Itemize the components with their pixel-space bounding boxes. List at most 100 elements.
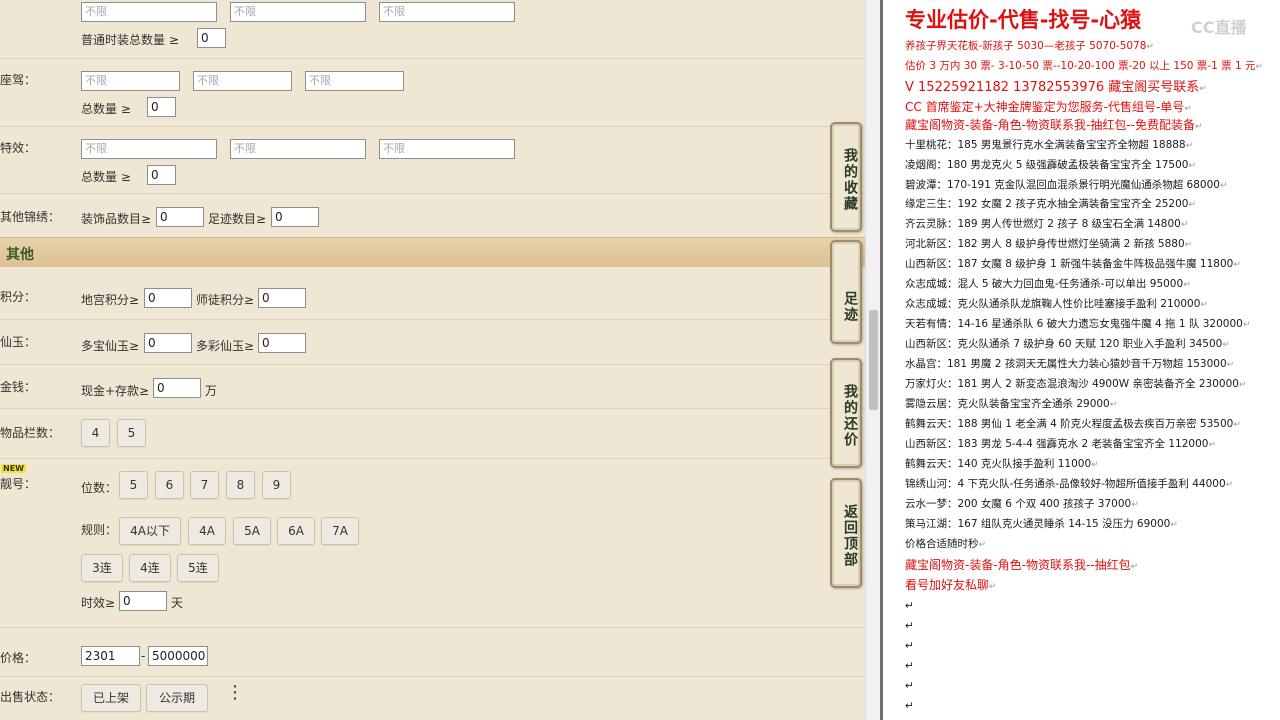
mount-input-2[interactable]: 不限 bbox=[193, 71, 292, 91]
status-public-button[interactable]: 公示期 bbox=[146, 684, 208, 712]
color-jade-label: 多彩仙玉≥ bbox=[196, 339, 255, 353]
digits-option-9[interactable]: 9 bbox=[262, 471, 291, 499]
section-title: 其他 bbox=[6, 247, 34, 263]
note-line: 众志成城：克火队通杀队龙旗鞠人性价比哇塞接手盈利 210000↵ bbox=[905, 298, 1208, 310]
rule-option-5a[interactable]: 5A bbox=[233, 517, 271, 545]
price-min-input[interactable]: 2301 bbox=[81, 646, 140, 666]
notes-panel: 专业估价-代售-找号-心猿 CC直播 养孩子界天花板-新孩子 5030—老孩子 … bbox=[883, 0, 1280, 720]
pretty-id-label: 靓号： bbox=[0, 477, 37, 491]
effect-label: 特效： bbox=[0, 141, 37, 155]
color-jade-input[interactable]: 0 bbox=[258, 333, 306, 353]
paragraph-mark-icon: ↵ bbox=[1130, 562, 1139, 572]
paragraph-mark-icon: ↵ bbox=[1255, 62, 1264, 72]
my-counter-offer-tab[interactable]: 我的还价 bbox=[830, 358, 862, 468]
effect-input-2[interactable]: 不限 bbox=[230, 139, 366, 159]
my-favorites-tab[interactable]: 我的收藏 bbox=[830, 122, 862, 232]
digits-label: 位数： bbox=[81, 481, 118, 495]
paragraph-mark-icon: ↵ bbox=[1238, 380, 1247, 390]
paragraph-mark-icon: ↵ bbox=[905, 620, 914, 632]
back-to-top-tab[interactable]: 返回顶部 bbox=[830, 478, 862, 588]
note-line: 山西新区：183 男龙 5-4-4 强霹克水 2 老装备宝宝齐全 112000↵ bbox=[905, 438, 1216, 450]
paragraph-mark-icon: ↵ bbox=[1188, 200, 1197, 210]
mount-total-input[interactable]: 0 bbox=[147, 97, 176, 117]
divider bbox=[0, 364, 865, 365]
slots-label: 物品栏数： bbox=[0, 426, 61, 440]
time-label: 时效≥ bbox=[81, 596, 116, 610]
paragraph-mark-icon: ↵ bbox=[1225, 480, 1234, 490]
paragraph-mark-icon: ↵ bbox=[1109, 400, 1118, 410]
cash-input[interactable]: 0 bbox=[153, 378, 201, 398]
money-label: 金钱： bbox=[0, 380, 37, 394]
divider bbox=[0, 319, 865, 320]
streak-option-5[interactable]: 5连 bbox=[177, 554, 219, 582]
effect-input-3[interactable]: 不限 bbox=[379, 139, 515, 159]
digits-option-8[interactable]: 8 bbox=[226, 471, 255, 499]
note-line: 价格合适随时秒↵ bbox=[905, 538, 987, 550]
footprint-count-input[interactable]: 0 bbox=[271, 207, 319, 227]
paragraph-mark-icon: ↵ bbox=[1194, 122, 1203, 132]
paragraph-mark-icon: ↵ bbox=[1170, 520, 1178, 530]
fashion-filter-input-2[interactable]: 不限 bbox=[230, 2, 366, 22]
points-label: 积分： bbox=[0, 290, 37, 304]
digits-option-6[interactable]: 6 bbox=[155, 471, 184, 499]
effect-total-label: 总数量 ≥ bbox=[81, 170, 131, 184]
note-line: 齐云灵脉：189 男人传世燃灯 2 孩子 8 级宝石全满 14800↵ bbox=[905, 218, 1189, 230]
paragraph-mark-icon: ↵ bbox=[1183, 280, 1191, 290]
rule-label: 规则： bbox=[81, 523, 118, 537]
note-line: 河北新区：182 男人 8 级护身传世燃灯坐骑满 2 新孩 5880↵ bbox=[905, 238, 1193, 250]
time-input[interactable]: 0 bbox=[119, 591, 167, 611]
sale-status-label: 出售状态： bbox=[0, 690, 61, 704]
footprint-count-label: 足迹数目≥ bbox=[208, 212, 267, 226]
paragraph-mark-icon: ↵ bbox=[1184, 240, 1193, 250]
divider bbox=[0, 627, 865, 628]
status-listed-button[interactable]: 已上架 bbox=[81, 684, 141, 712]
rule-option-6a[interactable]: 6A bbox=[277, 517, 315, 545]
divider bbox=[0, 58, 865, 59]
note-line: 山西新区：187 女魔 8 级护身 1 新强牛装备金牛阵极品强牛魔 11800↵ bbox=[905, 258, 1241, 270]
dungeon-points-input[interactable]: 0 bbox=[144, 288, 192, 308]
more-options-icon[interactable]: ⋮ bbox=[226, 684, 244, 702]
decor-count-label: 装饰品数目≥ bbox=[81, 212, 152, 226]
slots-option-4[interactable]: 4 bbox=[81, 419, 110, 447]
paragraph-mark-icon: ↵ bbox=[1242, 320, 1251, 330]
multi-jade-input[interactable]: 0 bbox=[144, 333, 192, 353]
note-line: 十里桃花：185 男鬼景行克水全满装备宝宝齐全物超 18888↵ bbox=[905, 139, 1194, 151]
mount-input-3[interactable]: 不限 bbox=[305, 71, 404, 91]
dungeon-points-label: 地宫积分≥ bbox=[81, 293, 140, 307]
footprint-tab[interactable]: 足迹 bbox=[830, 240, 862, 344]
digits-option-5[interactable]: 5 bbox=[119, 471, 148, 499]
decor-count-input[interactable]: 0 bbox=[156, 207, 204, 227]
fashion-filter-input-1[interactable]: 不限 bbox=[81, 2, 217, 22]
scrollbar-thumb[interactable] bbox=[869, 310, 878, 410]
filter-panel: 不限 不限 不限 普通时装总数量 ≥ 0 座驾： 不限 不限 不限 总数量 ≥ … bbox=[0, 0, 865, 720]
streak-option-3[interactable]: 3连 bbox=[81, 554, 123, 582]
divider bbox=[0, 193, 865, 194]
note-line: 云水一梦：200 女魔 6 个双 400 孩孩子 37000↵ bbox=[905, 498, 1139, 510]
rule-option-4a-below[interactable]: 4A以下 bbox=[119, 517, 181, 545]
rule-option-7a[interactable]: 7A bbox=[321, 517, 359, 545]
normal-fashion-total-input[interactable]: 0 bbox=[197, 28, 226, 48]
paragraph-mark-icon: ↵ bbox=[1200, 300, 1208, 310]
vertical-scrollbar[interactable] bbox=[865, 0, 880, 720]
mount-input-1[interactable]: 不限 bbox=[81, 71, 180, 91]
price-max-input[interactable]: 5000000 bbox=[148, 646, 208, 666]
slots-option-5[interactable]: 5 bbox=[117, 419, 146, 447]
note-line: 鹤舞云天：140 克火队接手盈利 11000↵ bbox=[905, 458, 1099, 470]
rule-option-4a[interactable]: 4A bbox=[188, 517, 226, 545]
effect-total-input[interactable]: 0 bbox=[147, 165, 176, 185]
note-line: V 15225921182 13782553976 藏宝阁买号联系↵ bbox=[905, 80, 1207, 95]
digits-option-7[interactable]: 7 bbox=[190, 471, 219, 499]
price-label: 价格： bbox=[0, 651, 37, 665]
mount-total-label: 总数量 ≥ bbox=[81, 102, 131, 116]
paragraph-mark-icon: ↵ bbox=[1188, 161, 1197, 171]
master-points-label: 师徒积分≥ bbox=[196, 293, 255, 307]
effect-input-1[interactable]: 不限 bbox=[81, 139, 217, 159]
new-badge: NEW bbox=[1, 464, 26, 473]
paragraph-mark-icon: ↵ bbox=[905, 640, 914, 652]
fashion-filter-input-3[interactable]: 不限 bbox=[379, 2, 515, 22]
section-header-other: 其他 bbox=[0, 237, 865, 267]
normal-fashion-total-label: 普通时装总数量 ≥ bbox=[81, 33, 179, 47]
note-line: 养孩子界天花板-新孩子 5030—老孩子 5070-5078↵ bbox=[905, 40, 1154, 52]
master-points-input[interactable]: 0 bbox=[258, 288, 306, 308]
streak-option-4[interactable]: 4连 bbox=[129, 554, 171, 582]
